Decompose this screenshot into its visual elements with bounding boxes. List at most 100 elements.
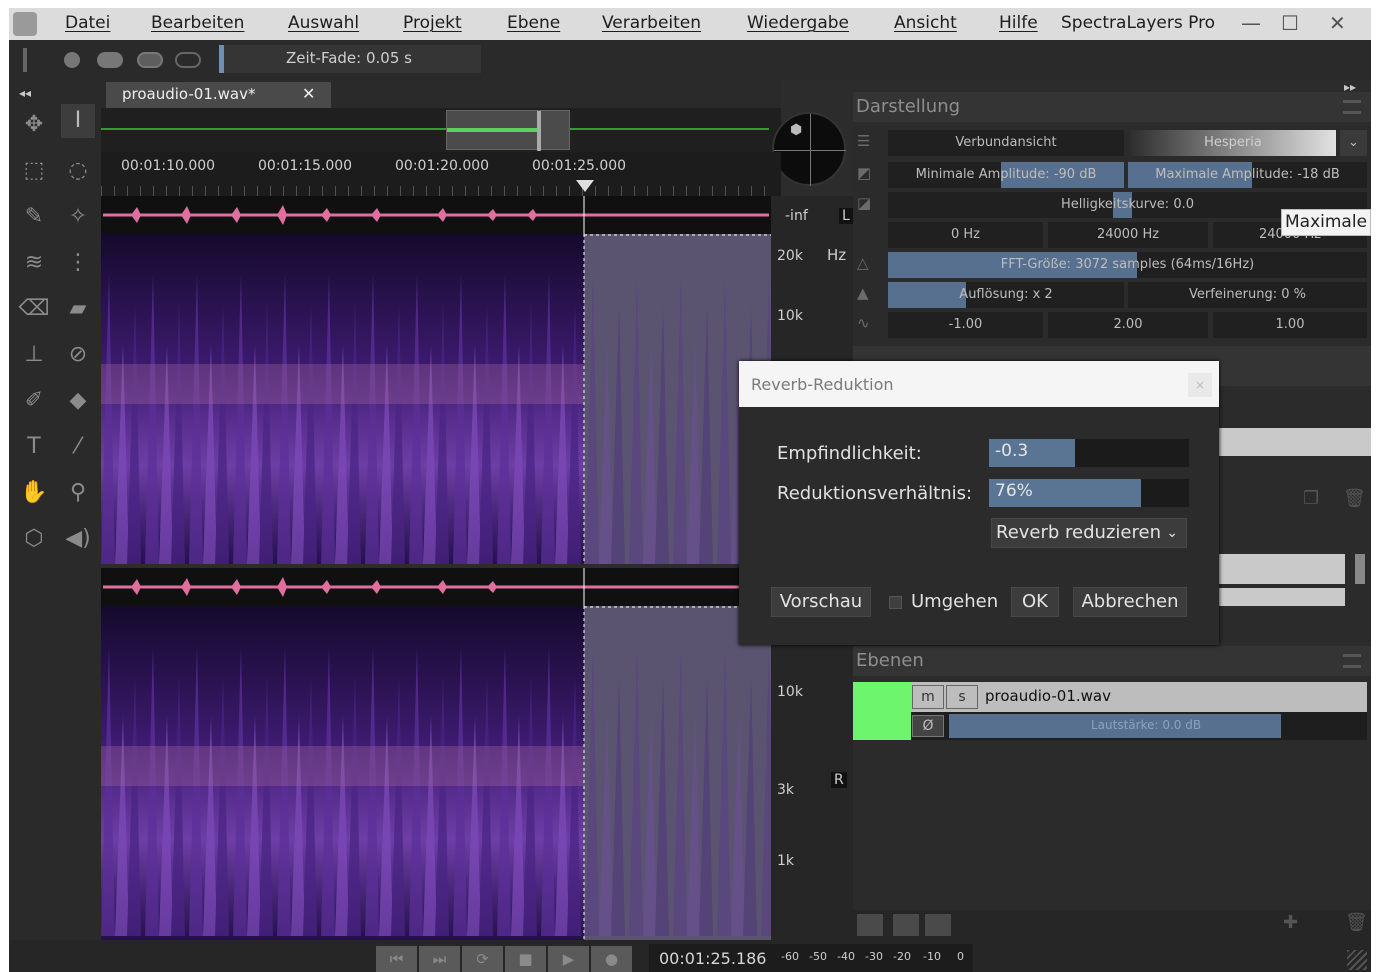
- harmonic-tool-icon[interactable]: ≋: [17, 246, 51, 280]
- time-ruler[interactable]: 00:01:10.000 00:01:15.000 00:01:20.000 0…: [101, 152, 781, 196]
- subtract-mode-icon[interactable]: [137, 52, 163, 68]
- mute-button[interactable]: m: [912, 685, 944, 709]
- collapse-left-icon[interactable]: ◂◂: [19, 86, 31, 100]
- app-logo-icon: [13, 12, 37, 36]
- playhead-marker[interactable]: [576, 180, 594, 192]
- go-end-icon[interactable]: ⏭: [419, 946, 460, 972]
- trash-icon[interactable]: 🗑: [1343, 488, 1366, 509]
- add-mode-icon[interactable]: [97, 52, 123, 68]
- move-tool-icon[interactable]: ✥: [17, 108, 51, 142]
- eyedropper-tool-icon[interactable]: ⁄: [61, 430, 95, 464]
- max-amplitude-slider[interactable]: Maximale Amplitude: -18 dB: [1128, 162, 1367, 188]
- colormap-selector[interactable]: Hesperia: [1130, 130, 1336, 156]
- value-field-2[interactable]: 2.00: [1048, 312, 1208, 338]
- maximize-button[interactable]: ☐: [1281, 11, 1299, 35]
- stamp-tool-icon[interactable]: ⊥: [17, 338, 51, 372]
- overview-navigator[interactable]: [101, 108, 781, 152]
- ok-button[interactable]: OK: [1011, 587, 1059, 617]
- fft-size-slider[interactable]: FFT-Größe: 3072 samples (64ms/16Hz): [888, 252, 1367, 278]
- text-tool-icon[interactable]: T: [17, 430, 51, 464]
- freq-max-field[interactable]: 24000 Hz: [1048, 222, 1208, 248]
- value-field-3[interactable]: 1.00: [1213, 312, 1367, 338]
- value-field-1[interactable]: -1.00: [888, 312, 1043, 338]
- menu-hilfe[interactable]: Hilfe: [999, 13, 1038, 33]
- cancel-button[interactable]: Abbrechen: [1073, 587, 1187, 617]
- menu-projekt[interactable]: Projekt: [403, 13, 462, 33]
- view-mode-field[interactable]: Verbundansicht: [888, 130, 1124, 156]
- layer-thumbnail[interactable]: [853, 682, 911, 740]
- clone-eraser-tool-icon[interactable]: ▰: [61, 292, 95, 326]
- sensitivity-slider[interactable]: -0.3: [989, 439, 1189, 467]
- menu-ansicht[interactable]: Ansicht: [894, 13, 957, 33]
- stop-icon[interactable]: ■: [505, 946, 546, 972]
- dialog-close-icon[interactable]: ×: [1188, 373, 1212, 397]
- min-amplitude-slider[interactable]: Minimale Amplitude: -90 dB: [888, 162, 1124, 188]
- transient-tool-icon[interactable]: ⋮: [61, 246, 95, 280]
- minimize-button[interactable]: —: [1241, 11, 1261, 35]
- record-icon[interactable]: ●: [591, 946, 632, 972]
- file-tab[interactable]: proaudio-01.wav* ✕: [106, 82, 331, 108]
- spectrogram-right[interactable]: [101, 606, 781, 940]
- delete-layer-icon[interactable]: 🗑: [1345, 912, 1368, 933]
- mode-select[interactable]: Reverb reduzieren ⌄: [991, 518, 1187, 548]
- panel-menu-icon[interactable]: [1343, 654, 1361, 668]
- zoom-tool-icon[interactable]: ⚲: [61, 476, 95, 510]
- intersect-mode-icon[interactable]: [175, 52, 201, 68]
- freq-min-field[interactable]: 0 Hz: [888, 222, 1043, 248]
- layer-option-icon[interactable]: [925, 914, 951, 936]
- play-icon[interactable]: ▶: [548, 946, 589, 972]
- menu-wiedergabe[interactable]: Wiedergabe: [747, 13, 849, 33]
- loop-icon[interactable]: ⟳: [462, 946, 503, 972]
- layer-option-icon[interactable]: [893, 914, 919, 936]
- layer-filter-icon[interactable]: [857, 914, 883, 936]
- tooltip: Maximale: [1281, 209, 1371, 236]
- close-button[interactable]: ✕: [1329, 11, 1346, 35]
- resize-grip-icon[interactable]: [1347, 950, 1367, 970]
- spectrogram-left[interactable]: [101, 234, 781, 564]
- time-fade-field[interactable]: Zeit-Fade: 0.05 s: [219, 45, 481, 73]
- circle-mode-icon[interactable]: [64, 52, 80, 68]
- viewport-handle[interactable]: [446, 110, 570, 151]
- refinement-slider[interactable]: Verfeinerung: 0 %: [1128, 282, 1367, 308]
- menu-verarbeiten[interactable]: Verarbeiten: [602, 13, 701, 33]
- menu-datei[interactable]: Datei: [65, 13, 110, 33]
- menu-auswahl[interactable]: Auswahl: [288, 13, 359, 33]
- scrollbar-thumb[interactable]: [1355, 554, 1365, 584]
- menu-ebene[interactable]: Ebene: [507, 13, 560, 33]
- heal-tool-icon[interactable]: ⊘: [61, 338, 95, 372]
- hand-tool-icon[interactable]: ✋: [17, 476, 51, 510]
- pencil-tool-icon[interactable]: ✐: [17, 384, 51, 418]
- copy-icon[interactable]: ❐: [1303, 488, 1319, 509]
- solo-button[interactable]: s: [946, 685, 978, 709]
- brush-select-tool-icon[interactable]: ✎: [17, 200, 51, 234]
- panel-menu-icon[interactable]: [1343, 100, 1361, 114]
- preview-button[interactable]: Vorschau: [771, 587, 871, 617]
- app-title: SpectraLayers Pro: [1061, 13, 1216, 33]
- waveform-lane-right[interactable]: [101, 568, 781, 606]
- layer-row[interactable]: m s proaudio-01.wav: [911, 682, 1367, 712]
- resolution-slider[interactable]: Auflösung: x 2: [888, 282, 1124, 308]
- reduction-ratio-slider[interactable]: 76%: [989, 479, 1189, 507]
- bypass-checkbox[interactable]: [889, 596, 902, 609]
- layer-volume-row[interactable]: Ø Lautstärke: 0.0 dB: [911, 712, 1367, 740]
- magic-wand-tool-icon[interactable]: ✧: [61, 200, 95, 234]
- eraser-tool-icon[interactable]: ⌫: [17, 292, 51, 326]
- fill-tool-icon[interactable]: ◆: [61, 384, 95, 418]
- rect-select-tool-icon[interactable]: ⬚: [17, 154, 51, 188]
- speaker-tool-icon[interactable]: ◀): [61, 522, 95, 556]
- phase-button[interactable]: Ø: [912, 715, 944, 737]
- cube-tool-icon[interactable]: ⬡: [17, 522, 51, 556]
- menu-bearbeiten[interactable]: Bearbeiten: [151, 13, 244, 33]
- waveform-lane-left[interactable]: [101, 196, 781, 234]
- time-select-tool-icon[interactable]: I: [61, 104, 95, 138]
- meter-tick: -10: [923, 950, 941, 963]
- add-layer-icon[interactable]: ✚: [1283, 912, 1298, 933]
- go-start-icon[interactable]: ⏮: [376, 946, 417, 972]
- tab-close-icon[interactable]: ✕: [302, 84, 315, 103]
- colormap-dropdown-icon[interactable]: ⌄: [1340, 130, 1367, 156]
- cursor-icon: [23, 48, 27, 72]
- channel-left-badge: L: [839, 208, 853, 224]
- view-compass[interactable]: ⬢: [772, 112, 846, 186]
- app-window: Datei Bearbeiten Auswahl Projekt Ebene V…: [9, 8, 1371, 972]
- lasso-tool-icon[interactable]: ◌: [61, 154, 95, 188]
